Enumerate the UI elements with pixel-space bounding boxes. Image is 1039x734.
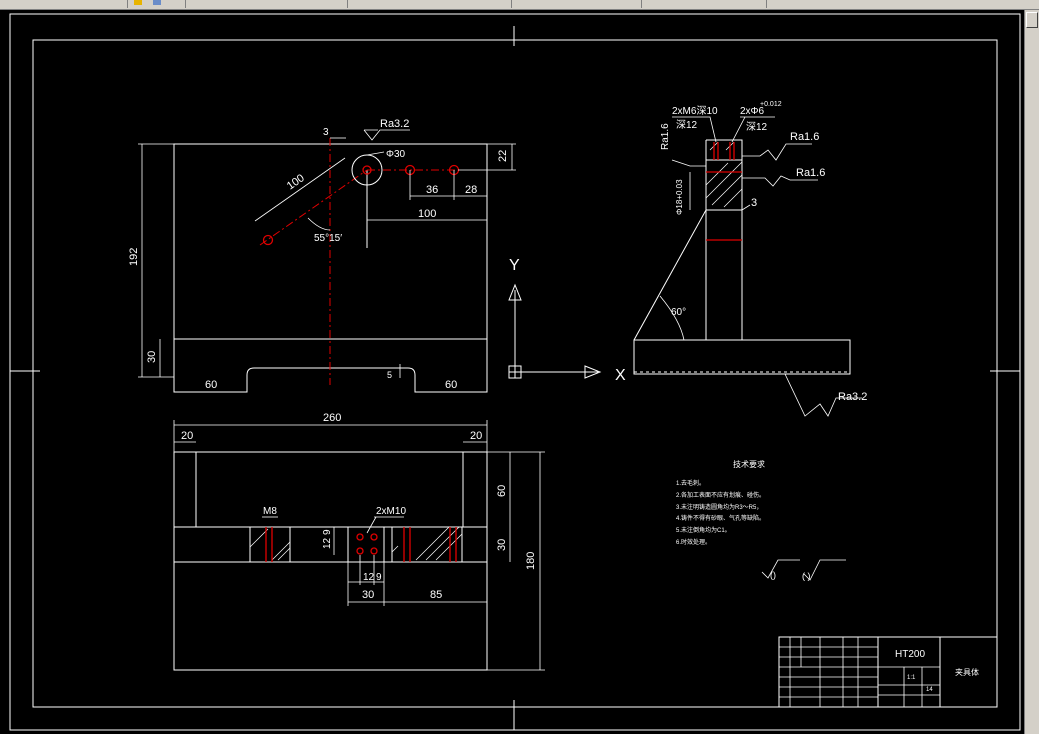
- dim-100-diag-text: 100: [285, 172, 307, 192]
- front-hatch-left: [249, 526, 291, 563]
- ra16-a-text: Ra1.6: [790, 131, 819, 143]
- dim-3-text: 3: [323, 127, 329, 138]
- dim-5-text: 5: [387, 370, 392, 380]
- dim-ext-line: [366, 151, 385, 156]
- tech-notes-title: 技术要求: [733, 459, 765, 469]
- holes-depth: 深12: [676, 119, 698, 131]
- dim-28-text: 28: [465, 184, 477, 196]
- roughness-symbol: [363, 129, 410, 141]
- dim-ext-line: [741, 204, 751, 211]
- dim-phi30-text: Φ30: [386, 149, 406, 160]
- dim-12b-text: 12: [363, 572, 375, 583]
- pins-depth: 深12: [746, 121, 768, 133]
- m8-label: M8: [263, 506, 277, 517]
- circle: [356, 533, 364, 541]
- roughness-right-text: ( ): [802, 571, 811, 581]
- dim-60-left-text: 60: [205, 379, 217, 391]
- line: [277, 547, 291, 561]
- title-block: HT200 夹具体 1:1 14: [778, 636, 998, 708]
- scale-text: 1:1: [907, 675, 916, 681]
- front-hatch-right: [391, 526, 463, 563]
- side-hatch: [705, 141, 743, 208]
- line: [249, 528, 269, 548]
- side-view: 2xM6深10 深12 2xΦ6 +0.012 深12 Ra1.6 Ra1.6 …: [633, 101, 867, 417]
- dim-30-v-text: 30: [496, 539, 508, 551]
- ra16-b-text: Ra1.6: [796, 167, 825, 179]
- circle: [370, 547, 378, 555]
- holes-label: 2xM6深10: [672, 105, 718, 117]
- dim-36-text: 36: [426, 184, 438, 196]
- x-axis-label: X: [615, 367, 626, 384]
- m10-label: 2xM10: [376, 506, 406, 517]
- tech-note-4: 4.铸件不得有砂眼、气孔等缺陷。: [676, 514, 765, 522]
- rect: [347, 526, 385, 563]
- line: [435, 533, 463, 561]
- side-base: [633, 339, 851, 375]
- circle: [370, 533, 378, 541]
- path: [671, 159, 706, 167]
- ra16-left-text: Ra1.6: [660, 123, 671, 150]
- dim-3-side-text: 3: [751, 197, 757, 209]
- rect: [249, 526, 291, 563]
- dim-85-text: 85: [430, 589, 442, 601]
- angle-arc: [659, 295, 685, 341]
- side-rib: [633, 208, 707, 341]
- roughness-left-text: (): [770, 570, 776, 580]
- dim-9-text: 9: [322, 529, 333, 535]
- material-text: HT200: [895, 649, 925, 660]
- line: [705, 162, 729, 186]
- dim-100-diag-line: [254, 157, 346, 222]
- ra32-base-text: Ra3.2: [838, 391, 867, 403]
- roughness-symbol-a: [742, 143, 812, 161]
- path: [366, 516, 404, 534]
- pins-tolerance: +0.012: [760, 101, 782, 108]
- tech-note-6: 6.时效处理。: [676, 538, 711, 546]
- top-view: 192 30 60 60 5 100 55°15′ 3 Ra3.2 Φ30 22: [128, 118, 516, 393]
- line: [711, 174, 743, 206]
- dim-30-text: 30: [146, 351, 158, 363]
- ucs-axes: Y X: [508, 257, 626, 384]
- tech-note-1: 1.去毛刺。: [676, 479, 705, 487]
- dim-22-text: 22: [497, 150, 509, 162]
- angle-60-text: 60°: [671, 307, 686, 318]
- dim-12-text: 12: [322, 537, 333, 549]
- dim-30-h-text: 30: [362, 589, 374, 601]
- dim-100-text: 100: [418, 208, 436, 220]
- roughness-general-symbol: [761, 559, 800, 579]
- dim-260-text: 260: [323, 412, 341, 424]
- circle: [356, 547, 364, 555]
- dim-9b-text: 9: [376, 572, 382, 583]
- part-name-text: 夹具体: [955, 667, 979, 677]
- hole-3: [262, 234, 274, 246]
- line: [391, 545, 399, 553]
- dim-192-text: 192: [128, 248, 140, 266]
- y-axis-label: Y: [509, 257, 520, 274]
- line: [723, 188, 743, 208]
- front-view: M8 2xM10 260 20 20 60 30 180 12 9 12 9 3…: [173, 412, 545, 671]
- ra32-top-text: Ra3.2: [380, 118, 409, 130]
- sheet-text: 14: [926, 687, 933, 693]
- tech-note-5: 5.未注倒角均为C1。: [676, 526, 731, 534]
- line: [415, 526, 450, 561]
- dim-20-left-text: 20: [181, 430, 193, 442]
- dim-20-right-text: 20: [470, 430, 482, 442]
- dim-180-text: 180: [525, 552, 537, 570]
- front-outline: [173, 451, 488, 671]
- line: [425, 526, 460, 561]
- cad-drawing-canvas[interactable]: 192 30 60 60 5 100 55°15′ 3 Ra3.2 Φ30 22: [0, 0, 1039, 734]
- dim-60-right-text: 60: [445, 379, 457, 391]
- phi-tolerance-text: Φ18+0.03: [675, 179, 684, 215]
- tech-note-2: 2.各加工表面不应有划痕、碰伤。: [676, 491, 765, 499]
- path: [307, 217, 331, 231]
- dim-60-text: 60: [496, 485, 508, 497]
- tech-note-3: 3.未注明铸造圆角均为R3～R5，: [676, 503, 762, 511]
- angle-text: 55°15′: [314, 233, 342, 244]
- technical-notes: 技术要求 1.去毛刺。 2.各加工表面不应有划痕、碰伤。 3.未注明铸造圆角均为…: [676, 459, 846, 581]
